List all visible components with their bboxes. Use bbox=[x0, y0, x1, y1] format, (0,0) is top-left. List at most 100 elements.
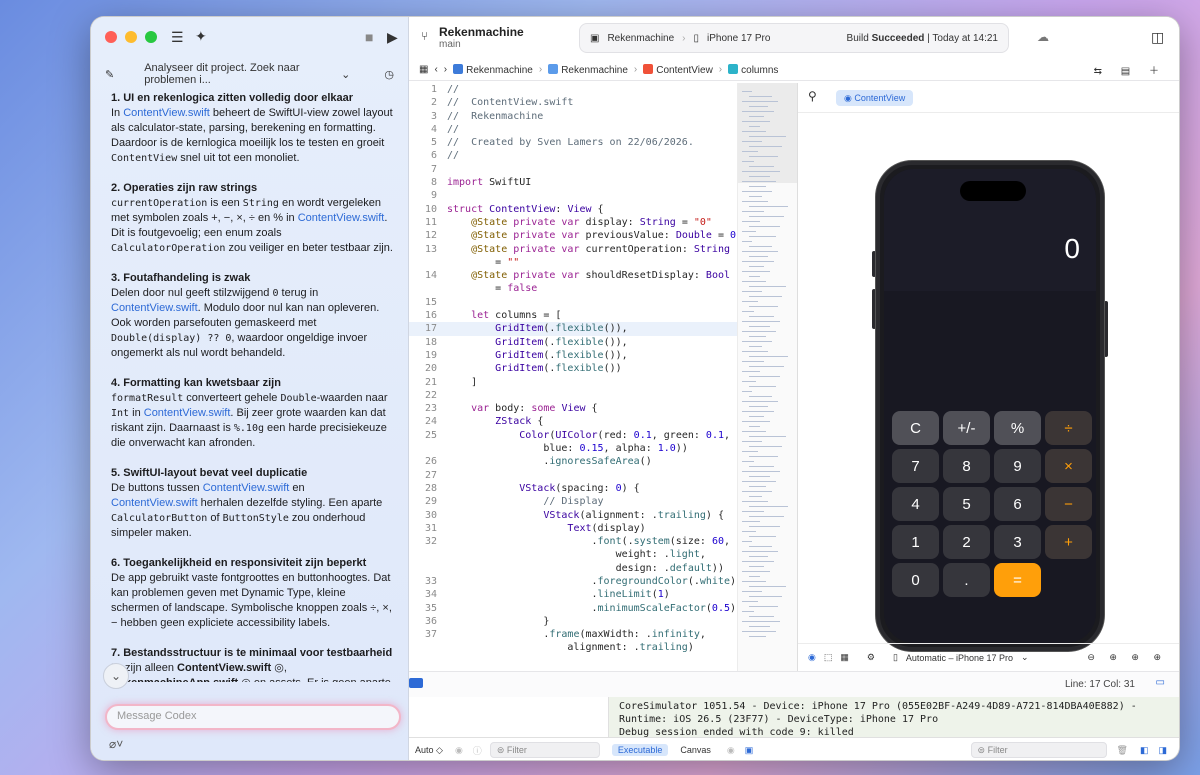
breakpoint-tag-icon[interactable] bbox=[409, 678, 423, 688]
calc-key[interactable]: C bbox=[892, 411, 939, 445]
pin-icon[interactable]: ⚲ bbox=[808, 89, 817, 103]
split-icon[interactable]: ▣ bbox=[745, 745, 754, 756]
right-panel-icon[interactable]: ◨ bbox=[1158, 745, 1167, 756]
cloud-icon[interactable]: ☁ bbox=[1037, 30, 1049, 44]
code-line[interactable]: 2 // ContentView.swift bbox=[409, 96, 737, 109]
code-line[interactable]: 18 GridItem(.flexible()), bbox=[409, 336, 737, 349]
code-line[interactable]: = false bbox=[409, 282, 737, 295]
trash-icon[interactable]: 🗑 bbox=[1117, 745, 1128, 756]
code-line[interactable]: 24 ZStack { bbox=[409, 415, 737, 428]
list-icon[interactable]: ☰ bbox=[171, 29, 184, 46]
calc-key[interactable]: 7 bbox=[892, 449, 939, 483]
code-line[interactable]: 30 VStack(alignment: .trailing) { bbox=[409, 509, 737, 522]
tab-executable[interactable]: Executable bbox=[611, 744, 669, 756]
code-line[interactable]: 4 // bbox=[409, 123, 737, 136]
variants-icon[interactable]: ▦ bbox=[840, 652, 849, 663]
code-line[interactable]: 34 .lineLimit(1) bbox=[409, 588, 737, 601]
code-line[interactable]: 19 GridItem(.flexible()), bbox=[409, 349, 737, 362]
calc-key[interactable]: 2 bbox=[943, 525, 990, 559]
compose-icon[interactable]: ✎ bbox=[105, 68, 114, 81]
code-line[interactable]: 25 Color(UIColor(red: 0.1, green: 0.1, bbox=[409, 429, 737, 442]
code-line[interactable]: 1 // bbox=[409, 83, 737, 96]
path-project[interactable]: Rekenmachine bbox=[453, 63, 533, 76]
settings-icon[interactable]: ⚙ bbox=[867, 652, 875, 663]
code-line[interactable]: = "" bbox=[409, 256, 737, 269]
code-line[interactable]: 29 // Display bbox=[409, 495, 737, 508]
code-line[interactable]: 22 bbox=[409, 389, 737, 402]
code-line[interactable]: alignment: .trailing) bbox=[409, 641, 737, 654]
code-line[interactable]: 32 .font(.system(size: 60, bbox=[409, 535, 737, 548]
project-info[interactable]: Rekenmachine main bbox=[439, 25, 524, 50]
code-line[interactable]: 3 // Rekenmachine bbox=[409, 110, 737, 123]
file-name[interactable]: RekenmachineApp.swift bbox=[111, 677, 238, 682]
console-filter[interactable]: ⊜ Filter bbox=[970, 742, 1107, 758]
preview-device-selector[interactable]: Automatic – iPhone 17 Pro bbox=[906, 653, 1013, 663]
code-line[interactable]: 21 ] bbox=[409, 376, 737, 389]
code-line[interactable]: 37 .frame(maxWidth: .infinity, bbox=[409, 628, 737, 641]
calc-key[interactable]: − bbox=[1045, 487, 1092, 521]
code-line[interactable]: design: .default)) bbox=[409, 562, 737, 575]
calc-key[interactable]: 9 bbox=[994, 449, 1041, 483]
calc-key[interactable]: ÷ bbox=[1045, 411, 1092, 445]
stop-icon[interactable]: ■ bbox=[365, 29, 373, 45]
code-line[interactable]: 17 GridItem(.flexible()), bbox=[409, 322, 737, 336]
code-line[interactable]: 16 let columns = [ bbox=[409, 309, 737, 322]
scroll-down-button[interactable]: ⌄ bbox=[103, 663, 129, 689]
code-line[interactable]: 31 Text(display) bbox=[409, 522, 737, 535]
eye-icon[interactable]: ◉ bbox=[455, 745, 463, 756]
file-link[interactable]: ContentView.swift bbox=[123, 107, 210, 119]
code-line[interactable]: 13 @State private var currentOperation: … bbox=[409, 243, 737, 256]
calc-key[interactable]: 0 bbox=[892, 563, 939, 597]
left-panel-icon[interactable]: ◧ bbox=[1140, 745, 1149, 756]
chevron-down-icon[interactable]: ⌄ bbox=[341, 68, 350, 81]
code-line[interactable]: 28 VStack(spacing: 0) { bbox=[409, 482, 737, 495]
code-line[interactable]: 8 import SwiftUI bbox=[409, 176, 737, 189]
file-link[interactable]: ContentView.swift bbox=[203, 482, 290, 494]
grid-icon[interactable]: ▦ bbox=[419, 64, 428, 75]
code-line[interactable]: 12 @State private var previousValue: Dou… bbox=[409, 229, 737, 242]
code-line[interactable]: 7 bbox=[409, 163, 737, 176]
panel-toggle-icon[interactable]: ▭ bbox=[1156, 677, 1165, 688]
calc-key[interactable]: + bbox=[1045, 525, 1092, 559]
close-button[interactable] bbox=[105, 31, 117, 43]
zoom-icons[interactable]: ⊖ ⊕ ⊕ ⊕ bbox=[1087, 652, 1167, 663]
selectable-icon[interactable]: ⬚ bbox=[824, 652, 833, 663]
calc-key[interactable]: × bbox=[1045, 449, 1092, 483]
code-line[interactable]: 36 } bbox=[409, 615, 737, 628]
editor-options-icons[interactable]: ⇆ ▤ ＋ bbox=[1094, 62, 1167, 77]
preview-chip[interactable]: ◉ ContentView bbox=[836, 90, 914, 106]
code-line[interactable]: weight: .light, bbox=[409, 548, 737, 561]
variables-filter[interactable]: ⊜ Filter bbox=[489, 742, 600, 758]
minimize-button[interactable] bbox=[125, 31, 137, 43]
code-line[interactable]: 26 .ignoresSafeArea() bbox=[409, 455, 737, 468]
code-line[interactable]: 6 // bbox=[409, 149, 737, 162]
forward-icon[interactable]: › bbox=[444, 64, 447, 75]
minimap[interactable] bbox=[737, 83, 798, 671]
calc-key[interactable]: 6 bbox=[994, 487, 1041, 521]
file-link[interactable]: ContentView.swift bbox=[111, 497, 198, 509]
path-symbol[interactable]: columns bbox=[728, 63, 778, 76]
tab-canvas[interactable]: Canvas bbox=[680, 745, 711, 755]
path-folder[interactable]: Rekenmachine bbox=[548, 63, 628, 76]
code-line[interactable]: 27 bbox=[409, 469, 737, 482]
calc-key[interactable]: +/- bbox=[943, 411, 990, 445]
scheme-selector[interactable]: Rekenmachine bbox=[607, 33, 674, 44]
code-line[interactable]: blue: 0.15, alpha: 1.0)) bbox=[409, 442, 737, 455]
calc-key[interactable]: . bbox=[943, 563, 990, 597]
code-line[interactable]: 14 @State private var shouldResetDisplay… bbox=[409, 269, 737, 282]
code-line[interactable]: 20 GridItem(.flexible()) bbox=[409, 362, 737, 375]
path-file[interactable]: ContentView bbox=[643, 63, 713, 76]
file-link[interactable]: ContentView.swift bbox=[111, 302, 198, 314]
calc-key[interactable]: = bbox=[994, 563, 1041, 597]
calc-key[interactable]: 4 bbox=[892, 487, 939, 521]
file-link[interactable]: ContentView.swift bbox=[144, 407, 231, 419]
chevron-down-icon[interactable]: ⌄ bbox=[1021, 652, 1029, 663]
file-link[interactable]: ContentView.swift bbox=[298, 212, 385, 224]
code-editor[interactable]: 1 // 2 // ContentView.swift 3 // Rekenmachine… bbox=[409, 83, 737, 671]
attachment-icon[interactable]: ⌀˅ bbox=[109, 737, 123, 751]
code-line[interactable]: 23 var body: some View { bbox=[409, 402, 737, 415]
zoom-button[interactable] bbox=[145, 31, 157, 43]
run-icon[interactable]: ▶ bbox=[387, 29, 398, 46]
sparkle-icon[interactable]: ✦ bbox=[195, 28, 207, 45]
inspector-toggle-icon[interactable]: ◫ bbox=[1151, 29, 1164, 46]
